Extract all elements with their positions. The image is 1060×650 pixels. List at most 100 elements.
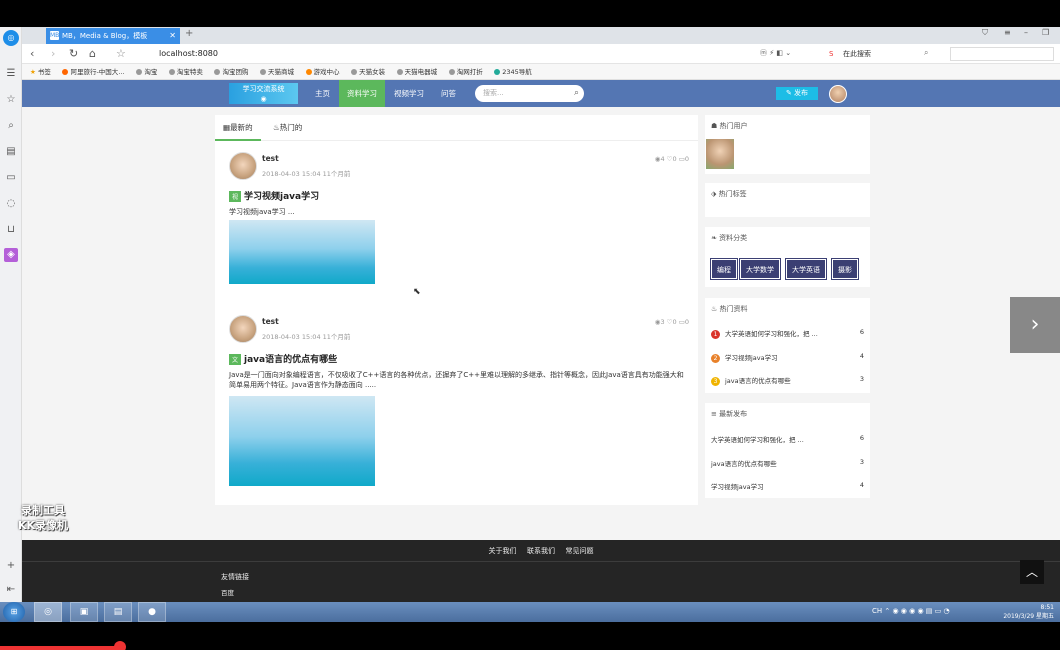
add-icon[interactable]: +: [4, 559, 18, 573]
bookmark-item[interactable]: 淘网打折: [448, 64, 483, 80]
cart-icon[interactable]: ⊔: [4, 223, 18, 237]
clock[interactable]: 8:51 2019/3/29 星期五: [1003, 602, 1054, 622]
post-author[interactable]: test: [262, 317, 279, 326]
bookmark-item[interactable]: 2345导航: [494, 64, 532, 80]
browser-tab[interactable]: MB MB，Media & Blog，模板 ✕: [46, 28, 180, 44]
category-button[interactable]: 大学英语: [785, 258, 827, 280]
site-logo[interactable]: 学习交流系统 ◉: [229, 83, 298, 104]
playback-progress[interactable]: [0, 646, 120, 650]
document-icon[interactable]: ▤: [4, 145, 18, 159]
collapse-icon[interactable]: ⇤: [4, 583, 18, 597]
post-image[interactable]: [229, 396, 375, 486]
refresh-icon[interactable]: ↻: [69, 47, 78, 61]
search-icon[interactable]: ⌕: [4, 119, 18, 133]
nav-home[interactable]: 主页: [307, 80, 338, 107]
recorder-taskbar-icon[interactable]: ●: [138, 602, 166, 622]
list-item[interactable]: 1 大学英语如何学习和强化，把 ... 6: [711, 328, 864, 340]
notepad-taskbar-icon[interactable]: ▤: [104, 602, 132, 622]
avatar[interactable]: [229, 152, 257, 180]
list-icon[interactable]: ☰: [4, 67, 18, 81]
star-icon[interactable]: ☆: [4, 93, 18, 107]
video-icon[interactable]: ▭: [4, 171, 18, 185]
tab-hot[interactable]: ♨热门的: [265, 115, 310, 141]
menu-icon[interactable]: ≡: [1004, 28, 1011, 37]
feed-tabs: ▦最新的 ♨热门的: [215, 115, 698, 141]
list-item[interactable]: 大学英语如何学习和强化，把 ... 6: [711, 434, 864, 444]
url-input[interactable]: localhost:8080: [159, 49, 218, 58]
post-image[interactable]: [229, 220, 375, 284]
list-item[interactable]: java语言的优点有哪些 3: [711, 458, 864, 468]
bookmark-item[interactable]: ★ 书签: [30, 64, 51, 80]
bookmark-item[interactable]: 天猫女装: [351, 64, 385, 80]
browser-tab-strip: MB MB，Media & Blog，模板 ✕ + ⛉ ≡ – ❐ ✕: [22, 27, 1060, 44]
back-icon[interactable]: ‹: [30, 47, 34, 61]
start-button[interactable]: ⊞: [3, 602, 25, 622]
publish-button[interactable]: ✎ 发布: [776, 87, 818, 100]
system-tray-icons[interactable]: CH ⌃ ◉ ◉ ◉ ◉ ▤ ▭ ◔: [872, 607, 950, 615]
nav-materials[interactable]: 资料学习: [339, 80, 385, 107]
category-list: 编程 大学数学 大学英语 摄影: [705, 253, 870, 283]
minimize-icon[interactable]: –: [1024, 28, 1028, 37]
category-button[interactable]: 大学数学: [739, 258, 781, 280]
footer-link[interactable]: 关于我们: [488, 540, 516, 562]
hot-users-card: ☗ 热门用户: [705, 115, 870, 174]
app-icon[interactable]: ◈: [4, 248, 18, 262]
app-taskbar-icon[interactable]: ▣: [70, 602, 98, 622]
latest-card: ≡ 最新发布 大学英语如何学习和强化，把 ... 6 java语言的优点有哪些 3 …: [705, 403, 870, 498]
bookmark-item[interactable]: 阿里旅行-中国大…: [62, 64, 125, 80]
post-type-badge: 视: [229, 191, 242, 202]
bookmark-item[interactable]: 游戏中心: [305, 64, 340, 80]
post-summary: 学习视频java学习 ...: [229, 208, 295, 216]
footer-links: 关于我们 联系我们 常见问题: [22, 540, 1060, 562]
category-button[interactable]: 编程: [710, 258, 738, 280]
footer-link[interactable]: 常见问题: [566, 540, 594, 562]
site-search-input[interactable]: 搜索... ⌕: [475, 85, 584, 102]
section-title: ≡ 最新发布: [711, 410, 748, 418]
avatar[interactable]: [229, 315, 257, 343]
close-tab-icon[interactable]: ✕: [169, 28, 176, 44]
extension-icons[interactable]: ⓜ ⚡ ◧ ⌄: [760, 48, 791, 58]
new-tab-button[interactable]: +: [185, 28, 193, 39]
bookmark-item[interactable]: 淘宝: [136, 64, 157, 80]
post-title[interactable]: 视学习视频java学习: [229, 189, 319, 202]
avatar[interactable]: [829, 85, 847, 103]
bookmark-star-icon[interactable]: ☆: [116, 47, 126, 61]
bookmark-item[interactable]: 天猫商城: [260, 64, 294, 80]
next-slide-button[interactable]: ›: [1010, 297, 1060, 353]
avatar[interactable]: [706, 139, 734, 169]
home-icon[interactable]: ⌂: [89, 47, 96, 61]
list-item[interactable]: 2 学习视频java学习 4: [711, 352, 864, 364]
section-title: ❧ 资料分类: [711, 234, 748, 242]
search-icon[interactable]: ⌕: [574, 85, 579, 102]
tab-latest[interactable]: ▦最新的: [215, 115, 261, 141]
nav-qa[interactable]: 问答: [433, 80, 464, 107]
browser-logo-icon[interactable]: ◎: [3, 30, 19, 46]
web-page: 学习交流系统 ◉ 主页 资料学习 视频学习 问答 搜索... ⌕ ✎ 发布 ▦最新…: [22, 80, 1060, 602]
list-item[interactable]: 3 java语言的优点有哪些 3: [711, 375, 864, 387]
chat-icon[interactable]: ◌: [4, 197, 18, 211]
friend-link[interactable]: 百度: [221, 587, 234, 597]
progress-handle[interactable]: [114, 641, 126, 650]
restore-icon[interactable]: ❐: [1042, 28, 1049, 37]
browser-search-icon[interactable]: ⌕: [924, 48, 928, 58]
bookmark-item[interactable]: 淘宝特卖: [168, 64, 203, 80]
post-author[interactable]: test: [262, 154, 279, 163]
category-button[interactable]: 摄影: [831, 258, 859, 280]
shield-icon[interactable]: ⛉: [982, 28, 988, 38]
back-to-top-button[interactable]: ︿: [1020, 560, 1044, 584]
search-engine-icon: S: [829, 50, 834, 58]
nav-videos[interactable]: 视频学习: [386, 80, 432, 107]
bookmark-item[interactable]: 淘宝团购: [214, 64, 248, 80]
bookmark-item[interactable]: 天猫电器城: [396, 64, 437, 80]
browser-taskbar-icon[interactable]: ◎: [34, 602, 62, 622]
address-bar: ‹ › ↻ ⌂ ☆ localhost:8080 ⓜ ⚡ ◧ ⌄ S 在此搜索 …: [22, 44, 1060, 64]
list-item[interactable]: 学习视频java学习 4: [711, 481, 864, 491]
browser-search-input[interactable]: S 在此搜索: [829, 47, 937, 61]
footer-link[interactable]: 联系我们: [527, 540, 555, 562]
forward-icon[interactable]: ›: [51, 47, 55, 61]
hot-docs-card: ♨ 热门资料 1 大学英语如何学习和强化，把 ... 6 2 学习视频java学习 4 …: [705, 298, 870, 393]
post-title[interactable]: 文 java语言的优点有哪些: [229, 352, 337, 365]
player-bar: [0, 622, 1060, 650]
secondary-search-field[interactable]: [950, 47, 1054, 61]
leaf-icon: ❧: [711, 234, 717, 242]
